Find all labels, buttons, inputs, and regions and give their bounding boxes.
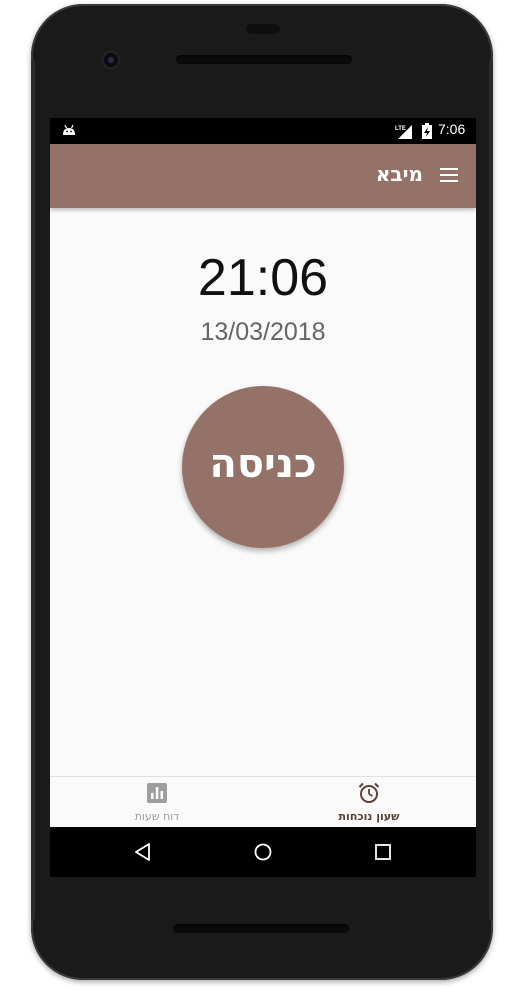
app-bar: מיבא (50, 144, 476, 208)
lte-signal-icon: LTE (395, 125, 412, 139)
phone-side-edge-left (31, 60, 35, 920)
lte-label: LTE (395, 126, 406, 132)
status-bar: LTE 7:06 (50, 118, 476, 144)
system-navigation-bar (50, 827, 476, 877)
status-time: 7:06 (438, 121, 466, 137)
nav-label-hours-report: דוח שעות (134, 810, 180, 823)
nav-item-attendance-clock[interactable]: שעון נוכחות (294, 777, 444, 827)
nav-item-hours-report[interactable]: דוח שעות (82, 777, 232, 827)
current-date: 13/03/2018 (200, 318, 326, 346)
hamburger-menu-icon[interactable] (440, 168, 458, 182)
earpiece-speaker (176, 55, 352, 64)
bottom-navigation: דוח שעות שעון נוכחות (50, 776, 476, 827)
bottom-speaker (173, 924, 349, 933)
home-icon[interactable] (254, 843, 272, 861)
battery-charging-icon (422, 123, 432, 139)
proximity-sensor (246, 24, 280, 34)
recent-apps-icon[interactable] (375, 844, 391, 860)
current-time: 21:06 (197, 249, 329, 307)
clock-in-button[interactable]: כניסה (182, 386, 344, 548)
alarm-clock-icon (358, 782, 380, 803)
app-screen: מיבא 21:06 13/03/2018 כניסה דוח שעות שעו… (50, 144, 476, 827)
phone-side-edge-right (489, 60, 493, 920)
android-icon (63, 124, 75, 135)
nav-label-attendance-clock: שעון נוכחות (338, 810, 400, 823)
front-camera (101, 50, 121, 70)
bar-chart-icon (147, 783, 167, 803)
back-icon[interactable] (134, 843, 152, 861)
clock-in-button-label: כניסה (209, 441, 317, 487)
app-title: מיבא (375, 162, 423, 186)
